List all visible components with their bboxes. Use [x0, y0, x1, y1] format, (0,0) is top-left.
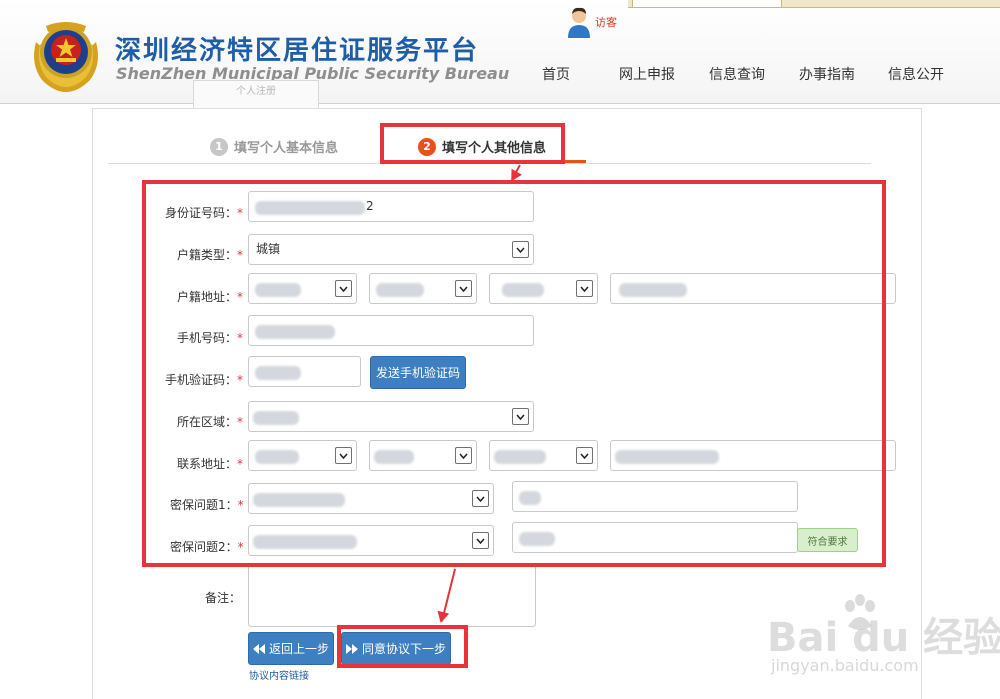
step-number: 1 [210, 137, 228, 156]
watermark-brand: Bai du 经验 [767, 615, 1000, 661]
site-header: 深圳经济特区居住证服务平台 ShenZhen Municipal Public … [0, 0, 1000, 108]
remarks-textarea[interactable] [248, 565, 536, 627]
visitor-label[interactable]: 访客 [595, 14, 617, 30]
page: 深圳经济特区居住证服务平台 ShenZhen Municipal Public … [0, 0, 1000, 699]
nav-home[interactable]: 首页 [542, 64, 570, 84]
remarks-label: 备注： [205, 591, 242, 605]
user-avatar-icon [568, 7, 590, 38]
annotation-box-step2 [380, 123, 565, 164]
nav-guide[interactable]: 办事指南 [799, 64, 855, 84]
tab-personal-registration[interactable]: 个人注册 [193, 80, 319, 108]
watermark-url: jingyan.baidu.com [771, 656, 919, 675]
agreement-link[interactable]: 协议内容链接 [249, 667, 309, 682]
police-emblem-logo [34, 22, 98, 92]
annotation-box-form [142, 180, 886, 567]
browser-tab[interactable] [632, 0, 782, 8]
step-basic-info: 1 填写个人基本信息 [210, 137, 338, 156]
step-label: 填写个人基本信息 [234, 141, 339, 156]
double-left-icon [252, 643, 265, 654]
nav-online-apply[interactable]: 网上申报 [619, 64, 675, 84]
nav-info-query[interactable]: 信息查询 [709, 64, 765, 84]
annotation-box-next [337, 625, 468, 668]
back-button[interactable]: 返回上一步 [248, 632, 334, 665]
site-title: 深圳经济特区居住证服务平台 [115, 36, 480, 66]
nav-info-public[interactable]: 信息公开 [888, 64, 944, 84]
